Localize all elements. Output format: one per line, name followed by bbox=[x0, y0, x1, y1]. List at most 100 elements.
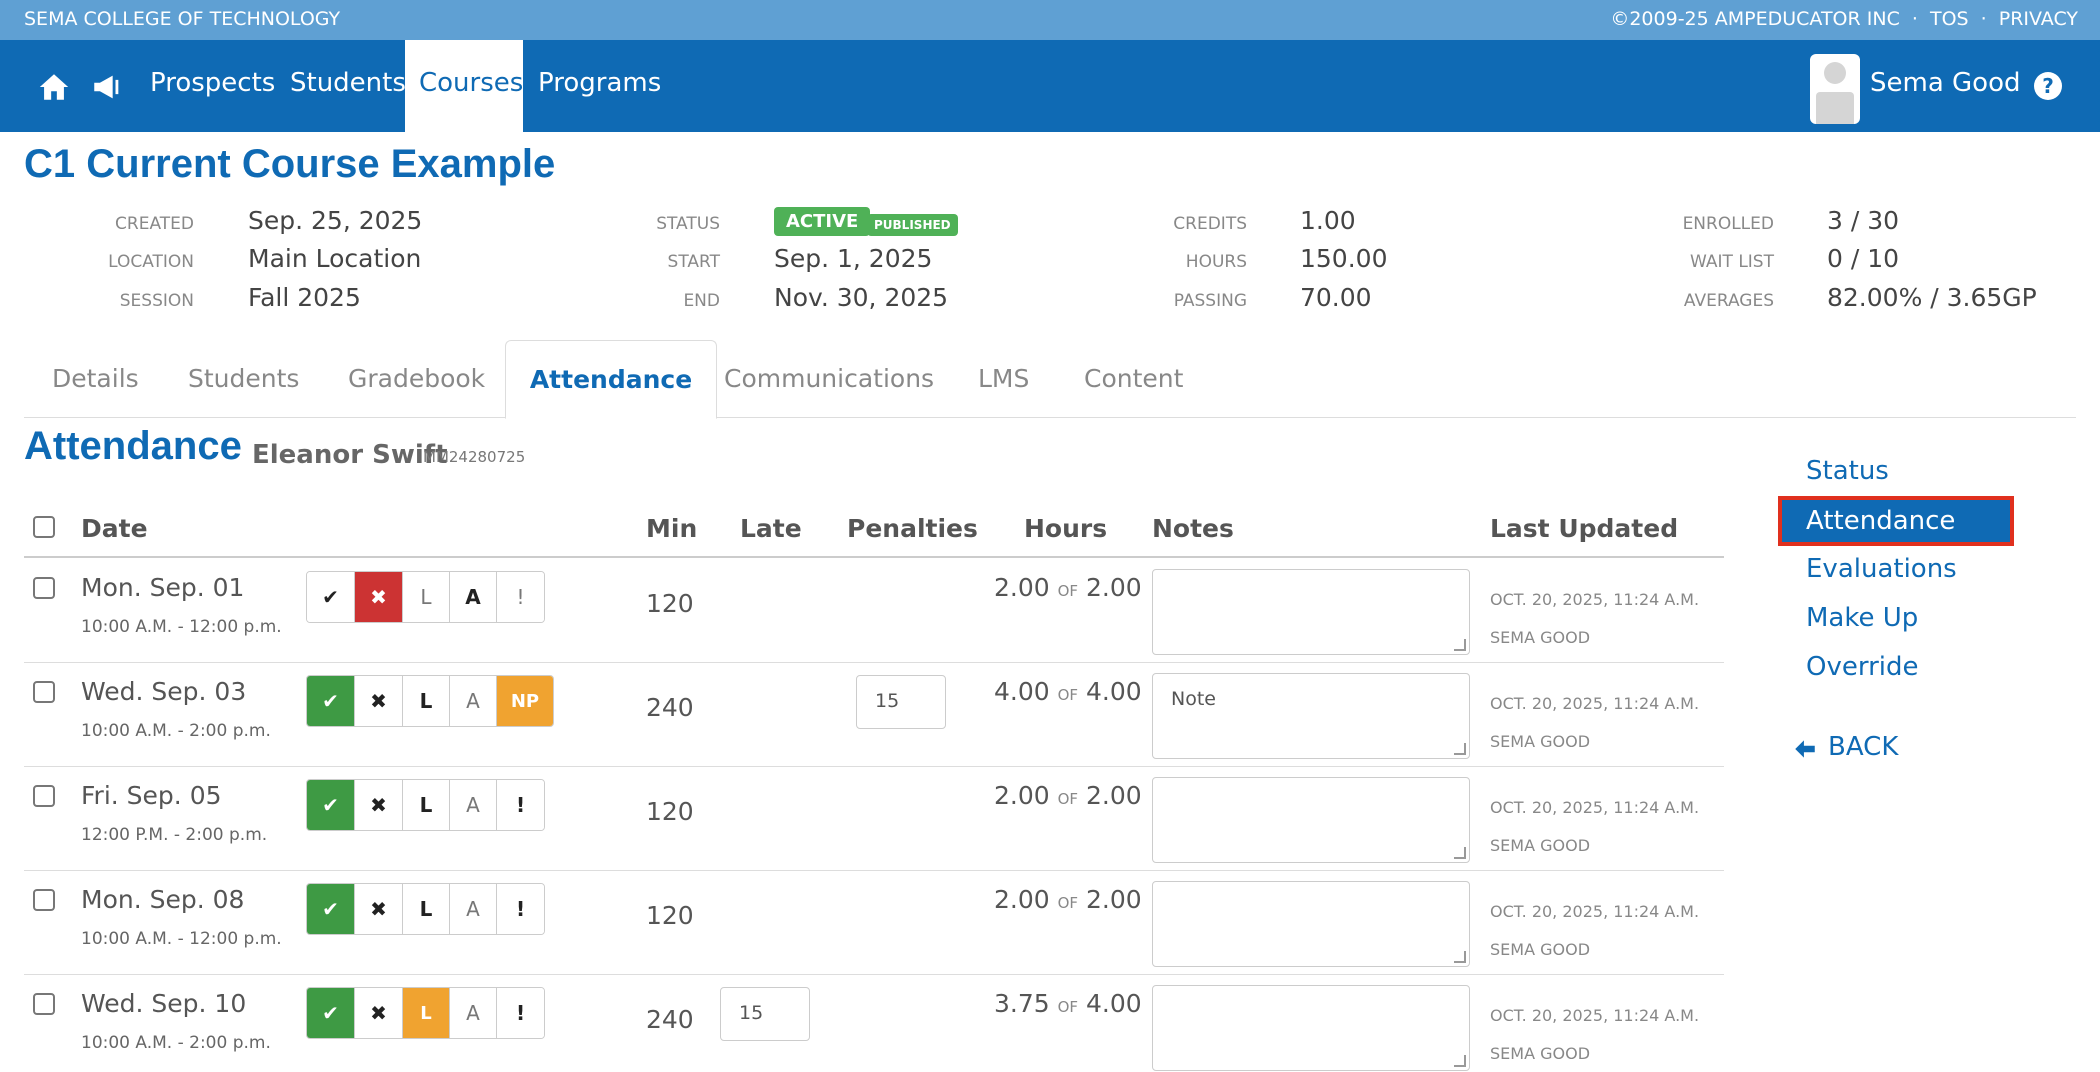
nav-courses-label: Courses bbox=[419, 68, 524, 98]
exclamation-icon[interactable]: ! bbox=[497, 884, 544, 934]
excused-button[interactable]: A bbox=[450, 988, 497, 1038]
attendance-buttons: ✔ ✖ L A ! bbox=[306, 883, 545, 935]
notes-input[interactable] bbox=[1152, 777, 1470, 863]
attendance-title: Attendance bbox=[24, 424, 242, 468]
row-hours: 2.00 OF 2.00 bbox=[994, 781, 1142, 810]
tab-gradebook[interactable]: Gradebook bbox=[348, 364, 485, 393]
present-button[interactable]: ✔ bbox=[307, 572, 355, 622]
notes-input[interactable] bbox=[1152, 881, 1470, 967]
row-time: 10:00 A.M. - 2:00 p.m. bbox=[81, 721, 271, 741]
help-icon[interactable]: ? bbox=[2034, 72, 2062, 100]
waitlist-label: WAIT LIST bbox=[1690, 252, 1774, 272]
credits-label: CREDITS bbox=[1173, 214, 1247, 234]
row-checkbox[interactable] bbox=[33, 993, 55, 1015]
late-button[interactable]: L bbox=[403, 676, 450, 726]
absent-button[interactable]: ✖ bbox=[355, 572, 403, 622]
attendance-buttons: ✔ ✖ L A ! bbox=[306, 987, 545, 1039]
hours-value: 150.00 bbox=[1300, 244, 1388, 273]
arrow-left-icon[interactable] bbox=[1792, 736, 1818, 762]
side-make-up[interactable]: Make Up bbox=[1806, 603, 1918, 633]
row-checkbox[interactable] bbox=[33, 785, 55, 807]
late-button[interactable]: L bbox=[403, 780, 450, 830]
resize-grip-icon[interactable] bbox=[1454, 743, 1466, 755]
resize-grip-icon[interactable] bbox=[1454, 1055, 1466, 1067]
copyright-text: ©2009-25 AMPEDUCATOR INC bbox=[1610, 8, 1900, 30]
side-evaluations[interactable]: Evaluations bbox=[1806, 554, 1957, 584]
excused-button[interactable]: A bbox=[450, 780, 497, 830]
resize-grip-icon[interactable] bbox=[1454, 639, 1466, 651]
tab-attendance[interactable]: Attendance bbox=[505, 340, 717, 419]
row-updated: OCT. 20, 2025, 11:24 A.M. SEMA GOOD bbox=[1490, 590, 1700, 647]
excused-button[interactable]: A bbox=[450, 884, 497, 934]
avatar[interactable] bbox=[1810, 54, 1860, 124]
back-link[interactable]: BACK bbox=[1828, 732, 1898, 762]
absent-button[interactable]: ✖ bbox=[355, 884, 403, 934]
row-checkbox[interactable] bbox=[33, 889, 55, 911]
excused-button[interactable]: A bbox=[450, 572, 497, 622]
late-button[interactable]: L bbox=[403, 988, 450, 1038]
exclamation-icon[interactable]: ! bbox=[497, 572, 544, 622]
nav-courses[interactable]: Courses bbox=[405, 40, 523, 132]
late-input[interactable]: 15 bbox=[720, 987, 810, 1041]
row-updated: OCT. 20, 2025, 11:24 A.M. SEMA GOOD bbox=[1490, 798, 1700, 855]
present-button[interactable]: ✔ bbox=[307, 676, 355, 726]
exclamation-icon[interactable]: ! bbox=[497, 780, 544, 830]
nav-programs[interactable]: Programs bbox=[538, 68, 661, 98]
enrolled-value: 3 / 30 bbox=[1827, 206, 1900, 235]
table-row: Fri. Sep. 05 12:00 P.M. - 2:00 p.m. ✔ ✖ … bbox=[24, 767, 1724, 871]
row-time: 10:00 A.M. - 2:00 p.m. bbox=[81, 1033, 271, 1053]
select-all-checkbox[interactable] bbox=[33, 516, 55, 538]
top-strip: SEMA COLLEGE OF TECHNOLOGY ©2009-25 AMPE… bbox=[0, 0, 2100, 40]
averages-label: AVERAGES bbox=[1683, 291, 1774, 311]
published-badge: PUBLISHED bbox=[867, 214, 958, 236]
resize-grip-icon[interactable] bbox=[1454, 847, 1466, 859]
late-button[interactable]: L bbox=[403, 884, 450, 934]
notes-input[interactable] bbox=[1152, 985, 1470, 1071]
absent-button[interactable]: ✖ bbox=[355, 988, 403, 1038]
tab-communications[interactable]: Communications bbox=[724, 364, 934, 393]
student-name: Eleanor Swift bbox=[252, 440, 448, 470]
location-value: Main Location bbox=[248, 244, 422, 273]
absent-button[interactable]: ✖ bbox=[355, 676, 403, 726]
start-label: START bbox=[667, 252, 720, 272]
row-hours: 2.00 OF 2.00 bbox=[994, 885, 1142, 914]
excused-button[interactable]: A bbox=[450, 676, 497, 726]
megaphone-icon[interactable] bbox=[90, 70, 124, 104]
late-button[interactable]: L bbox=[403, 572, 450, 622]
present-button[interactable]: ✔ bbox=[307, 988, 355, 1038]
start-value: Sep. 1, 2025 bbox=[774, 244, 933, 273]
nav-prospects[interactable]: Prospects bbox=[150, 68, 275, 98]
row-checkbox[interactable] bbox=[33, 577, 55, 599]
tos-link[interactable]: TOS bbox=[1930, 8, 1969, 30]
table-row: Mon. Sep. 01 10:00 A.M. - 12:00 p.m. ✔ ✖… bbox=[24, 559, 1724, 663]
tab-lms[interactable]: LMS bbox=[978, 364, 1029, 393]
enrolled-label: ENROLLED bbox=[1682, 214, 1774, 234]
notes-input[interactable]: Note bbox=[1152, 673, 1470, 759]
row-checkbox[interactable] bbox=[33, 681, 55, 703]
tab-students[interactable]: Students bbox=[188, 364, 299, 393]
penalty-input[interactable]: 15 bbox=[856, 675, 946, 729]
passing-value: 70.00 bbox=[1300, 283, 1372, 312]
side-attendance[interactable]: Attendance bbox=[1778, 496, 2014, 546]
user-name[interactable]: Sema Good bbox=[1870, 68, 2021, 98]
row-min: 120 bbox=[646, 589, 694, 618]
tab-details[interactable]: Details bbox=[52, 364, 139, 393]
notes-input[interactable] bbox=[1152, 569, 1470, 655]
row-hours: 3.75 OF 4.00 bbox=[994, 989, 1142, 1018]
row-time: 10:00 A.M. - 12:00 p.m. bbox=[81, 617, 282, 637]
exclamation-icon[interactable]: ! bbox=[497, 988, 544, 1038]
side-override[interactable]: Override bbox=[1806, 652, 1919, 682]
present-button[interactable]: ✔ bbox=[307, 780, 355, 830]
absent-button[interactable]: ✖ bbox=[355, 780, 403, 830]
present-button[interactable]: ✔ bbox=[307, 884, 355, 934]
col-date[interactable]: Date bbox=[81, 514, 148, 543]
resize-grip-icon[interactable] bbox=[1454, 951, 1466, 963]
side-status[interactable]: Status bbox=[1806, 456, 1889, 486]
col-penalties: Penalties bbox=[847, 514, 978, 543]
nav-students[interactable]: Students bbox=[290, 68, 406, 98]
np-button[interactable]: NP bbox=[497, 676, 553, 726]
privacy-link[interactable]: PRIVACY bbox=[1999, 8, 2078, 30]
home-icon[interactable] bbox=[37, 70, 71, 104]
tab-content[interactable]: Content bbox=[1084, 364, 1183, 393]
row-min: 120 bbox=[646, 797, 694, 826]
